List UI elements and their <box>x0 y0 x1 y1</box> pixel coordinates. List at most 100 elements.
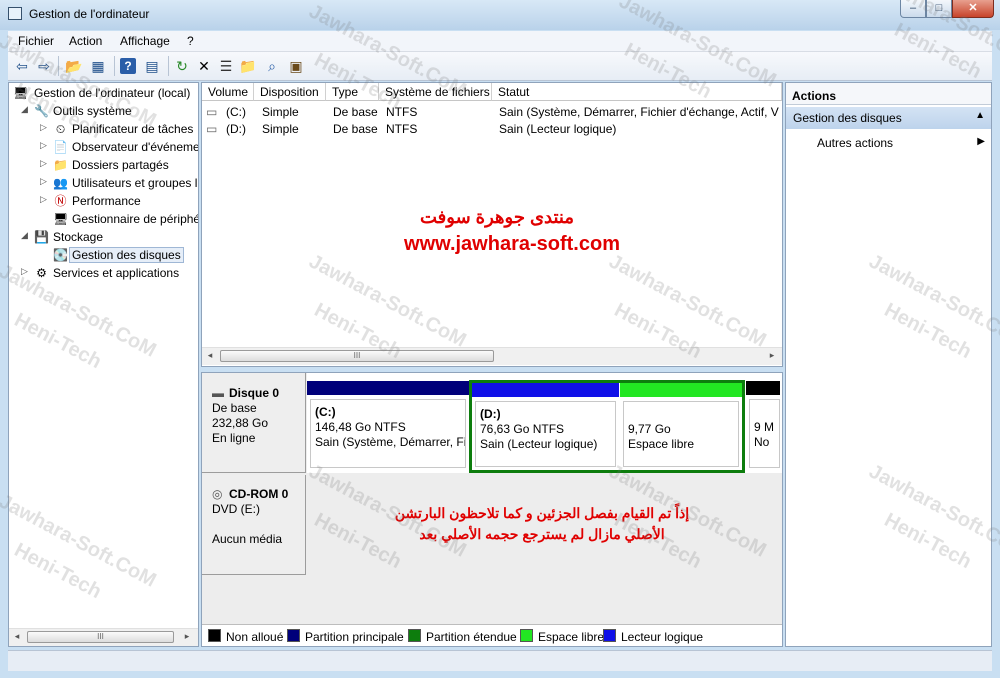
show-hide-tree-icon[interactable]: ▦ <box>88 56 108 76</box>
column-header-disposition[interactable]: Disposition <box>254 83 326 101</box>
shared-folder-icon: 📁 <box>53 158 68 172</box>
properties-icon[interactable]: ☰ <box>216 56 236 76</box>
delete-icon[interactable]: ✕ <box>194 56 214 76</box>
toolbar-separator <box>114 56 115 76</box>
volume-name: (D:) <box>226 122 246 136</box>
refresh-icon[interactable]: ↻ <box>172 56 192 76</box>
device-manager-icon: 🖥 <box>53 212 69 226</box>
disk-media: Aucun média <box>212 532 283 546</box>
explanation-line: الأصلي مازال لم يسترجع حجمه الأصلي بعد <box>419 526 665 542</box>
partition-name: (C:) <box>315 405 336 419</box>
volume-name: (C:) <box>226 105 246 119</box>
expand-arrow-icon[interactable]: ▷ <box>21 266 29 276</box>
menu-action[interactable]: Action <box>69 34 102 48</box>
scroll-left-icon[interactable]: ◂ <box>204 350 216 361</box>
help-icon[interactable]: ? <box>120 58 136 74</box>
tree-item-label: Gestion des disques <box>69 247 184 263</box>
tree-item-label: Stockage <box>53 230 104 244</box>
cdrom0-label[interactable]: ◎ CD-ROM 0 DVD (E:) Aucun média <box>202 475 306 575</box>
minimize-button[interactable]: – <box>900 0 926 18</box>
expand-arrow-icon[interactable]: ▷ <box>40 194 48 204</box>
forward-icon[interactable]: ⇨ <box>34 56 54 76</box>
column-header-status[interactable]: Statut <box>492 83 782 101</box>
autres-actions-item[interactable]: Autres actions ▶ <box>817 136 987 152</box>
legend-label: Non alloué <box>226 630 284 644</box>
console-tree: 🖥 Gestion de l'ordinateur (local) ◢ 🔧 Ou… <box>8 82 199 647</box>
computer-icon: 🖥 <box>13 86 29 100</box>
volume-disposition: Simple <box>262 105 299 119</box>
volume-list-horizontal-scrollbar[interactable]: ◂ III ▸ <box>202 347 782 365</box>
partition-status: Sain (Système, Démarrer, Fic <box>315 435 465 449</box>
expand-arrow-icon[interactable]: ▷ <box>40 158 48 168</box>
volume-status: Sain (Système, Démarrer, Fichier d'échan… <box>499 105 779 119</box>
users-icon: 👥 <box>53 176 68 190</box>
collapse-arrow-icon[interactable]: ◢ <box>21 230 29 240</box>
extended-partition[interactable]: (D:) 76,63 Go NTFS Sain (Lecteur logique… <box>469 380 745 473</box>
computer-management-window: Gestion de l'ordinateur – □ ✕ Fichier Ac… <box>0 0 1000 678</box>
search-icon[interactable]: ⌕ <box>262 56 282 76</box>
close-button[interactable]: ✕ <box>952 0 994 18</box>
volume-list: Volume Disposition Type Système de fichi… <box>201 82 783 367</box>
explanation-line: إذاً تم القيام بفصل الجزئين و كما تلاحظو… <box>394 505 690 521</box>
actions-section-label: Gestion des disques <box>793 111 902 125</box>
table-row[interactable]: ▭ (C:) Simple De base NTFS Sain (Système… <box>202 103 782 120</box>
legend-swatch <box>408 629 421 642</box>
actions-title: Actions <box>786 83 991 105</box>
tree-item-label: Dossiers partagés <box>72 158 169 172</box>
clock-icon: ⏲ <box>55 122 66 136</box>
disk-type: De base <box>212 401 257 415</box>
legend-swatch <box>287 629 300 642</box>
tree-item-label: Services et applications <box>53 266 180 280</box>
scroll-right-icon[interactable]: ▸ <box>766 350 778 361</box>
partition-d[interactable]: (D:) 76,63 Go NTFS Sain (Lecteur logique… <box>472 383 619 470</box>
menu-help[interactable]: ? <box>187 34 194 48</box>
window-title: Gestion de l'ordinateur <box>29 7 150 21</box>
disk-name: Disque 0 <box>229 386 280 400</box>
scrollbar-thumb[interactable]: III <box>220 350 494 362</box>
partition-status: No <box>754 435 770 449</box>
partition-body: (D:) 76,63 Go NTFS Sain (Lecteur logique… <box>475 401 616 467</box>
volume-type: De base <box>333 105 378 119</box>
status-bar <box>8 650 992 671</box>
disk-type: DVD (E:) <box>212 502 260 516</box>
back-icon[interactable]: ⇦ <box>12 56 32 76</box>
actions-section-header[interactable]: Gestion des disques ▲ <box>786 107 991 129</box>
scrollbar-thumb[interactable]: III <box>27 631 174 643</box>
title-bar[interactable]: Gestion de l'ordinateur – □ ✕ <box>0 0 1000 30</box>
services-icon: ⚙ <box>36 266 47 280</box>
maximize-button[interactable]: □ <box>926 0 952 18</box>
up-folder-icon[interactable]: 📂 <box>64 56 84 76</box>
tree-horizontal-scrollbar[interactable]: ◂ III ▸ <box>9 628 198 646</box>
collapse-arrow-icon[interactable]: ◢ <box>21 104 29 114</box>
hard-disk-icon: ▬ <box>212 386 224 400</box>
partition-size: 146,48 Go NTFS <box>315 420 406 434</box>
column-header-filesystem[interactable]: Système de fichiers <box>379 83 492 101</box>
unallocated-space[interactable]: 9 M No <box>746 381 780 471</box>
partition-body: (C:) 146,48 Go NTFS Sain (Système, Démar… <box>310 399 466 468</box>
menu-fichier[interactable]: Fichier <box>18 34 54 48</box>
disk0-label[interactable]: ▬ Disque 0 De base 232,88 Go En ligne <box>202 373 306 473</box>
expand-arrow-icon[interactable]: ▷ <box>40 122 48 132</box>
column-header-volume[interactable]: Volume <box>202 83 254 101</box>
expand-arrow-icon[interactable]: ▷ <box>40 176 48 186</box>
expand-arrow-icon[interactable]: ▷ <box>40 140 48 150</box>
console-tree-icon[interactable]: ▤ <box>142 56 162 76</box>
partition-status: Sain (Lecteur logique) <box>480 437 598 451</box>
partition-c[interactable]: (C:) 146,48 Go NTFS Sain (Système, Démar… <box>307 381 469 471</box>
column-header-type[interactable]: Type <box>326 83 379 101</box>
free-space[interactable]: 9,77 Go Espace libre <box>620 383 742 470</box>
export-icon[interactable]: ▣ <box>286 56 306 76</box>
volume-disposition: Simple <box>262 122 299 136</box>
scroll-left-icon[interactable]: ◂ <box>11 631 23 642</box>
tree-item-label: Outils système <box>53 104 132 118</box>
open-folder-icon[interactable]: 📁 <box>238 56 258 76</box>
disk-management-icon: 💽 <box>53 248 68 262</box>
menu-affichage[interactable]: Affichage <box>120 34 170 48</box>
tree-item-label: Planificateur de tâches <box>72 122 194 136</box>
table-row[interactable]: ▭ (D:) Simple De base NTFS Sain (Lecteur… <box>202 120 782 137</box>
performance-icon: Ⓝ <box>54 194 67 208</box>
tree-item-label: Gestion de l'ordinateur (local) <box>34 86 191 100</box>
collapse-up-icon[interactable]: ▲ <box>975 110 985 121</box>
toolbar: ⇦ ⇨ 📂 ▦ ? ▤ ↻ ✕ ☰ 📁 ⌕ ▣ <box>8 52 992 81</box>
scroll-right-icon[interactable]: ▸ <box>181 631 193 642</box>
